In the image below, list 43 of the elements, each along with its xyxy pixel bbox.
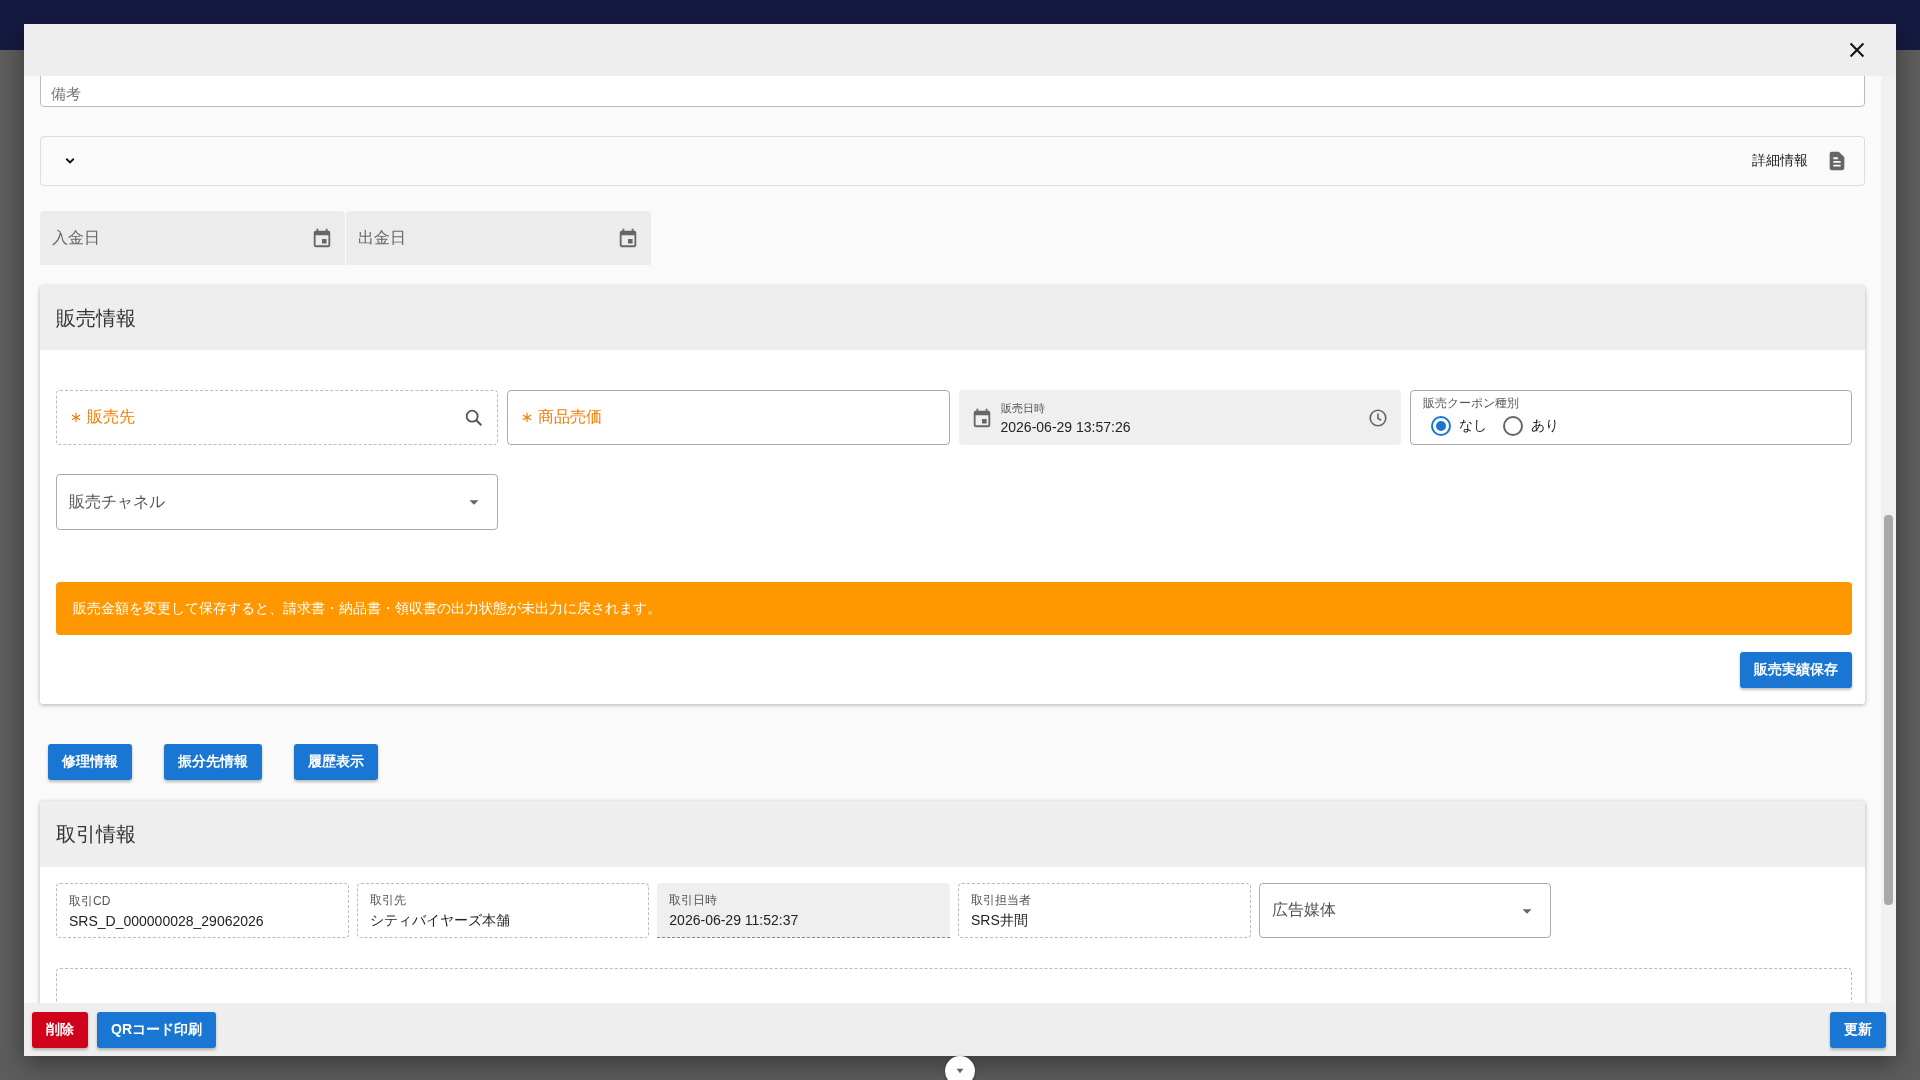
field-label: 広告媒体 [1271, 900, 1336, 920]
radio-label: あり [1530, 417, 1559, 435]
calendar-icon[interactable] [311, 227, 333, 249]
card-title: 販売情報 [56, 305, 136, 331]
field-label: 取引日時 [669, 892, 719, 909]
field-value: 2026-06-29 11:52:37 [669, 912, 799, 928]
input-field[interactable]: 商品売価 [507, 390, 950, 445]
calendar-icon[interactable] [617, 227, 639, 249]
action-button[interactable]: 履歴表示 [294, 744, 378, 780]
action-button[interactable]: 振分先情報 [164, 744, 262, 780]
action-button[interactable]: 修理情報 [48, 744, 132, 780]
field-label: 販売チャネル [69, 491, 165, 512]
footer-button[interactable]: QRコード印刷 [97, 1011, 216, 1048]
field-label: 取引CD [69, 892, 112, 910]
field-value: シティバイヤーズ本舗 [369, 911, 510, 930]
delete-button[interactable]: 削除 [32, 1011, 88, 1048]
select-field[interactable]: 販売チャネル [56, 474, 499, 530]
details-panel[interactable]: 詳細情報 [40, 136, 1865, 186]
radio-label: なし [1458, 417, 1487, 435]
field-label: 販売日時 [1000, 400, 1046, 416]
select-field[interactable]: 広告媒体 [1258, 883, 1552, 938]
clock-icon[interactable] [1366, 406, 1389, 429]
field-label: 商品売価 [538, 407, 603, 427]
date-field[interactable]: 出金日 [346, 211, 651, 265]
chevron-button[interactable] [945, 1056, 975, 1080]
search-field[interactable]: 販売先 [56, 390, 499, 445]
panel-label: 詳細情報 [1752, 152, 1808, 170]
radio-button[interactable] [1502, 416, 1523, 436]
field-value: 2026-06-29 13:57:26 [1000, 418, 1131, 435]
card-title: 取引情報 [56, 821, 136, 847]
datetime-field[interactable]: 販売日時 2026-06-29 13:57:26 [958, 390, 1401, 445]
warning-banner: 販売金額を変更して保存すると、請求書・納品書・領収書の出力状態が未出力に戻されます。 [56, 582, 1852, 635]
field-label: 販売先 [87, 407, 135, 427]
field-label: 取引先 [369, 891, 407, 909]
field-value: SRS_D_000000028_29062026 [69, 912, 264, 929]
footer-button[interactable]: 更新 [1830, 1011, 1886, 1048]
remarks-field[interactable]: 備考 [40, 76, 1865, 107]
date-field[interactable]: 入金日 [40, 211, 345, 265]
save-button[interactable]: 販売実績保存 [1740, 652, 1852, 688]
field-label: 取引担当者 [971, 891, 1031, 909]
field-value: SRS井間 [971, 911, 1029, 930]
field-label: 販売クーポン種別 [1422, 395, 1520, 412]
radio-button[interactable] [1430, 416, 1451, 436]
